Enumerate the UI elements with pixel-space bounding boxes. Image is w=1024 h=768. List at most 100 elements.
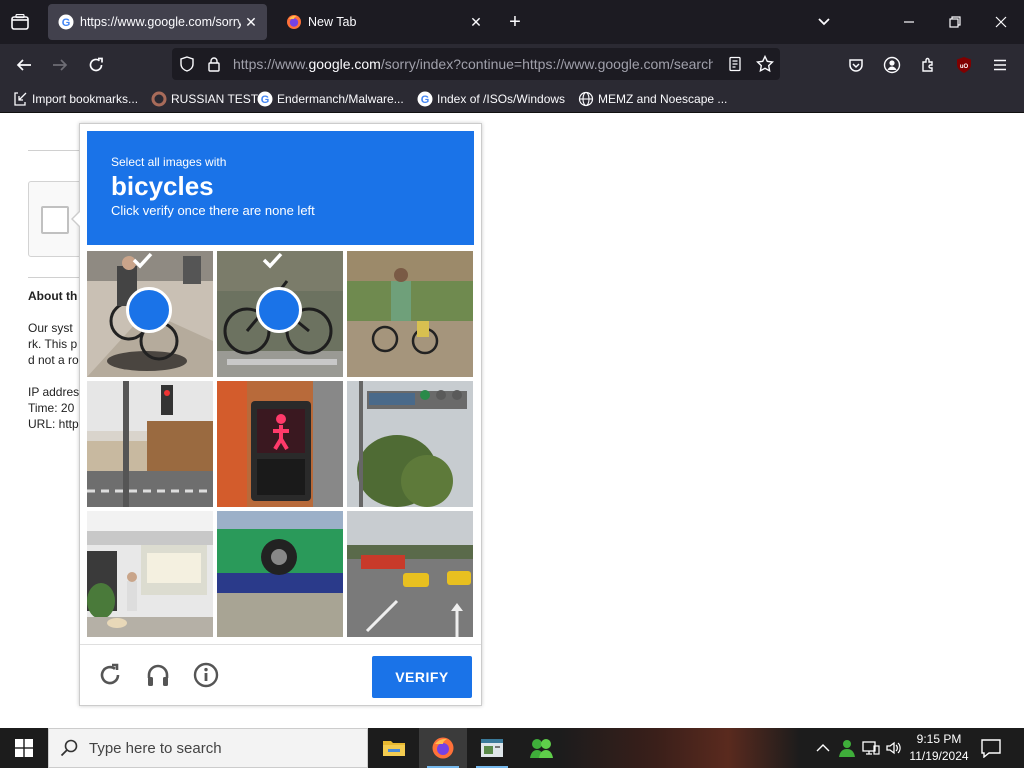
captcha-challenge-popup: Select all images with bicycles Click ve… — [71, 123, 482, 706]
bookmark-label: RUSSIAN TEST — [171, 92, 259, 106]
captcha-tile[interactable] — [217, 511, 343, 637]
ip-address-label: IP addres — [28, 385, 80, 399]
captcha-subtext: Click verify once there are none left — [111, 203, 315, 218]
svg-text:uO: uO — [960, 64, 969, 70]
captcha-tile[interactable] — [217, 251, 343, 377]
reader-view-icon[interactable] — [726, 55, 744, 73]
globe-icon — [578, 91, 594, 107]
tab-title: New Tab — [308, 15, 357, 29]
tab-google-sorry[interactable]: G https://www.google.com/sorry/index?con… — [48, 4, 267, 40]
notification-icon[interactable] — [980, 738, 1002, 759]
captcha-tile[interactable] — [87, 381, 213, 507]
import-icon — [12, 91, 28, 107]
captcha-image-grid — [87, 251, 475, 639]
forward-arrow-icon[interactable] — [47, 52, 73, 78]
page-line: d not a ro — [28, 353, 79, 367]
hamburger-menu-icon[interactable] — [987, 52, 1013, 78]
page-line: Our syst — [28, 321, 73, 335]
reload-icon[interactable] — [83, 52, 109, 78]
bookmark-memz[interactable]: MEMZ and Noescape ... — [578, 90, 727, 108]
volume-icon[interactable] — [884, 738, 904, 758]
audio-challenge-icon[interactable] — [144, 661, 172, 689]
captcha-target: bicycles — [111, 171, 214, 201]
tab-new-tab[interactable]: New Tab ✕ — [276, 4, 492, 40]
app-window-icon[interactable] — [468, 728, 516, 768]
google-favicon-icon: G — [257, 91, 273, 107]
google-favicon-icon: G — [417, 91, 433, 107]
firefox-taskbar-icon[interactable] — [419, 728, 467, 768]
search-icon — [49, 739, 89, 757]
url-suffix: /sorry/index?continue=https://www.google… — [380, 56, 713, 72]
bookmark-label: Import bookmarks... — [32, 92, 139, 106]
bookmark-endermanch[interactable]: G Endermanch/Malware... — [257, 90, 404, 108]
firefox-view-icon[interactable] — [8, 10, 32, 34]
captcha-tile[interactable] — [347, 251, 473, 377]
popup-pointer — [71, 210, 81, 228]
bookmark-import[interactable]: Import bookmarks... — [12, 90, 138, 108]
selected-check-icon — [256, 252, 302, 333]
back-arrow-icon[interactable] — [11, 52, 37, 78]
verify-button[interactable]: VERIFY — [372, 656, 472, 698]
tab-title: https://www.google.com/sorry/index?conti… — [80, 15, 241, 29]
tray-app-icon[interactable] — [837, 738, 857, 758]
svg-text:G: G — [421, 94, 430, 106]
minimize-icon[interactable] — [894, 8, 924, 36]
page-line: rk. This p — [28, 337, 78, 351]
account-icon[interactable] — [879, 52, 905, 78]
captcha-footer: VERIFY — [80, 644, 481, 706]
navigation-toolbar: https://www.google.com/sorry/index?conti… — [0, 44, 1024, 85]
google-favicon-icon: G — [58, 14, 74, 30]
clock-time: 9:15 PM — [916, 732, 962, 746]
reload-challenge-icon[interactable] — [96, 661, 124, 689]
restore-icon[interactable] — [940, 8, 970, 36]
bookmark-isos[interactable]: G Index of /ISOs/Windows — [417, 90, 565, 108]
captcha-tile[interactable] — [347, 511, 473, 637]
windows-taskbar: Type here to search 9:15 PM 11/19/2024 — [0, 728, 1024, 768]
info-icon[interactable] — [192, 661, 220, 689]
bookmark-label: Endermanch/Malware... — [277, 92, 404, 106]
bookmark-label: Index of /ISOs/Windows — [437, 92, 566, 106]
bookmark-russian-test[interactable]: RUSSIAN TEST — [151, 90, 258, 108]
lock-icon[interactable] — [205, 55, 223, 73]
system-clock[interactable]: 9:15 PM 11/19/2024 — [904, 731, 974, 765]
close-tab-icon[interactable]: ✕ — [241, 12, 261, 32]
chat-app-icon[interactable] — [517, 728, 565, 768]
captcha-tile[interactable] — [217, 381, 343, 507]
bookmark-favicon-icon — [151, 91, 167, 107]
firefox-favicon-icon — [286, 14, 302, 30]
url-label: URL: http — [28, 417, 79, 431]
list-all-tabs-icon[interactable] — [814, 12, 834, 32]
show-hidden-icons-icon[interactable] — [813, 738, 833, 758]
tracking-shield-icon[interactable] — [178, 55, 196, 73]
bookmark-star-icon[interactable] — [756, 55, 774, 73]
url-domain: google.com — [308, 56, 381, 72]
selected-check-icon — [126, 252, 172, 333]
extensions-icon[interactable] — [915, 52, 941, 78]
time-label: Time: 20 — [28, 401, 75, 415]
taskbar-search[interactable]: Type here to search — [48, 728, 368, 768]
svg-text:G: G — [62, 17, 71, 29]
url-bar[interactable]: https://www.google.com/sorry/index?conti… — [172, 48, 780, 80]
captcha-tile[interactable] — [347, 381, 473, 507]
url-text[interactable]: https://www.google.com/sorry/index?conti… — [233, 56, 713, 72]
ublock-origin-icon[interactable]: uO — [951, 52, 977, 78]
search-placeholder: Type here to search — [89, 739, 222, 757]
about-heading: About th — [28, 289, 78, 303]
clock-date: 11/19/2024 — [909, 749, 969, 763]
recaptcha-checkbox[interactable] — [41, 206, 69, 234]
url-prefix: https://www. — [233, 56, 309, 72]
captcha-header: Select all images with bicycles Click ve… — [87, 131, 474, 245]
captcha-tile[interactable] — [87, 251, 213, 377]
windows-start-icon[interactable] — [0, 728, 48, 768]
close-window-icon[interactable] — [986, 8, 1016, 36]
file-explorer-icon[interactable] — [370, 728, 418, 768]
new-tab-button[interactable]: + — [503, 10, 527, 34]
network-icon[interactable] — [861, 738, 881, 758]
svg-text:G: G — [261, 94, 270, 106]
taskbar-wallpaper-tint — [560, 728, 800, 768]
pocket-icon[interactable] — [843, 52, 869, 78]
captcha-tile[interactable] — [87, 511, 213, 637]
captcha-instruction: Select all images with — [111, 155, 227, 169]
close-tab-icon[interactable]: ✕ — [466, 12, 486, 32]
tab-strip: G https://www.google.com/sorry/index?con… — [0, 0, 1024, 44]
